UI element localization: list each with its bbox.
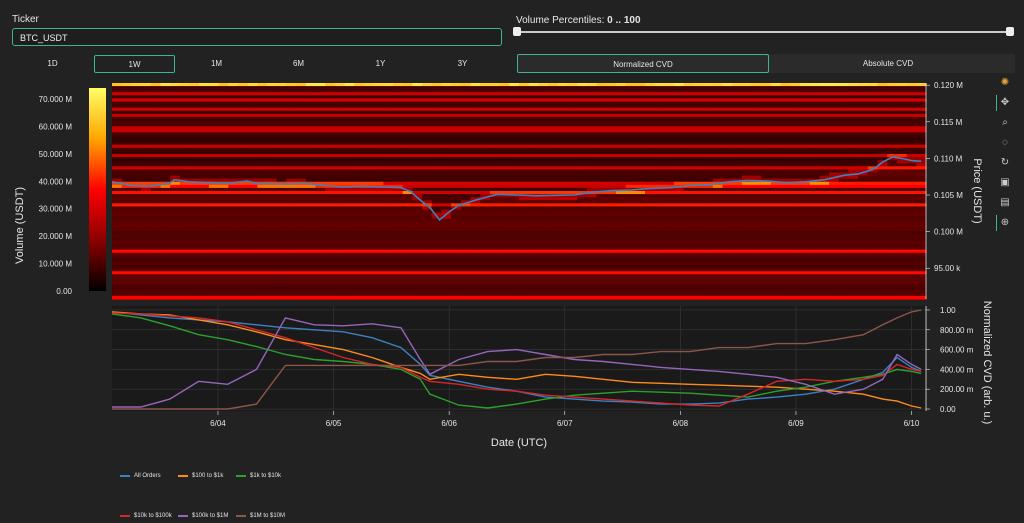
- chart-canvas: 0.00 10.000 M 20.000 M 30.000 M 40.000 M 50.0…: [14, 81, 993, 449]
- colorbar-tick-label: 0.00: [56, 287, 72, 296]
- colorbar-tick-label: 40.000 M: [39, 177, 73, 186]
- colorbar-tick-label: 30.000 M: [39, 205, 73, 214]
- heatmap-panel[interactable]: 95.00 k0.100 M0.105 M0.110 M0.115 M0.120…: [111, 81, 963, 300]
- colorbar-tick-label: 70.000 M: [39, 95, 73, 104]
- colorbar-tick-label: 60.000 M: [39, 122, 73, 131]
- colorbar-tick-label: 10.000 M: [39, 260, 73, 269]
- colorbar: 0.00 10.000 M 20.000 M 30.000 M 40.000 M 50.0…: [39, 88, 106, 296]
- colorbar-bar: [89, 88, 106, 291]
- colorbar-tick-label: 50.000 M: [39, 150, 73, 159]
- colorbar-tick-label: 20.000 M: [39, 232, 73, 241]
